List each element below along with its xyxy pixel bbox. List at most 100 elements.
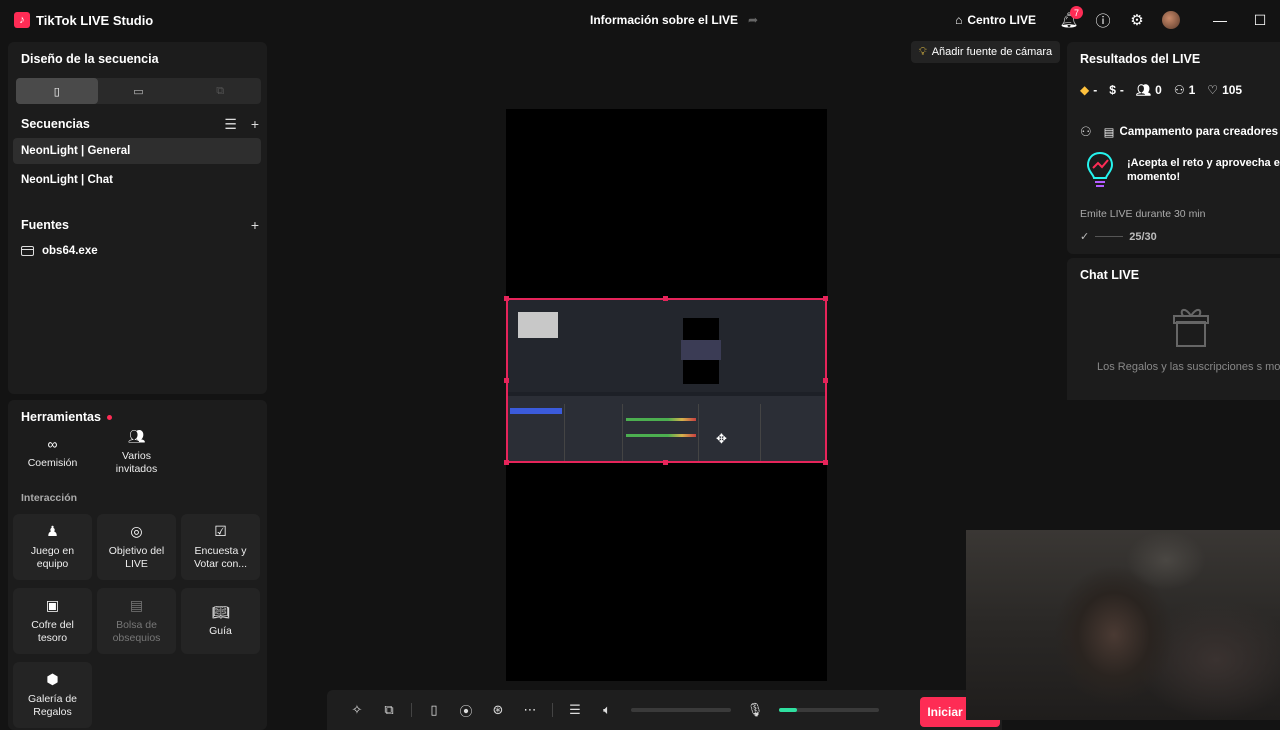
guide-tool[interactable]: 📖︎ Guía — [181, 588, 260, 654]
campaign-tab[interactable]: ▤ Campamento para creadores — [1104, 125, 1278, 139]
coins-stat: $ - — [1109, 83, 1124, 97]
sequence-item[interactable]: NeonLight | General — [13, 138, 261, 164]
resize-handle[interactable] — [663, 296, 668, 301]
audio-settings-button[interactable]: ☰ — [559, 702, 591, 718]
heart-icon: ♡ — [1207, 83, 1219, 97]
gallery-icon: ⬢ — [46, 671, 59, 688]
app-title-text: TikTok LIVE Studio — [36, 12, 154, 28]
capture-divider — [698, 404, 699, 461]
settings-button[interactable]: ⚙ — [1120, 0, 1154, 40]
poll-tool[interactable]: ☑ Encuesta y Votar con... — [181, 514, 260, 580]
gem-icon: ◆ — [1080, 83, 1090, 97]
capture-divider — [760, 404, 761, 461]
viewers-stat: 👥︎ 0 — [1136, 83, 1162, 97]
live-goal-tool[interactable]: ◎ Objetivo del LIVE — [97, 514, 176, 580]
tools-title: Herramientas — [21, 410, 112, 424]
live-info-button[interactable]: Información sobre el LIVE ➦ — [590, 13, 758, 27]
target-icon: ◎ — [130, 523, 143, 540]
centro-live-button[interactable]: ⌂ Centro LIVE — [955, 13, 1036, 27]
mic-volume-slider[interactable] — [779, 708, 879, 712]
users-icon: 👥︎ — [127, 428, 146, 445]
sequence-item[interactable]: NeonLight | Chat — [13, 167, 261, 193]
poll-icon: ☑ — [214, 523, 227, 540]
minimize-icon: — — [1213, 12, 1227, 28]
gift-icon — [1173, 309, 1209, 347]
gift-gallery-label: Galería de Regalos — [27, 692, 78, 718]
resize-handle[interactable] — [823, 460, 828, 465]
treasure-chest-tool[interactable]: ▣ Cofre del tesoro — [13, 588, 92, 654]
gift-bag-label: Bolsa de obsequios — [112, 618, 161, 644]
resize-handle[interactable] — [823, 378, 828, 383]
progress-line — [1095, 236, 1124, 237]
capture-nested-preview — [681, 340, 721, 360]
live-results-panel: Resultados del LIVE ◆ - $ - 👥︎ 0 ⚇ 1 ♡ 105 ⚇ … — [1067, 42, 1280, 254]
live-info-label: Información sobre el LIVE — [590, 13, 739, 27]
user-settings-icon[interactable]: ⚇ — [1080, 124, 1092, 140]
poll-label: Encuesta y Votar con... — [193, 544, 248, 570]
lightbulb-challenge-icon — [1086, 151, 1114, 187]
cohost-tool[interactable]: ∞ Coemisión — [13, 432, 92, 474]
capture-audio-meter — [626, 418, 696, 421]
source-item[interactable]: obs64.exe — [21, 245, 98, 257]
record-button[interactable]: ⦿ — [450, 701, 482, 720]
team-game-label: Juego en equipo — [30, 544, 75, 570]
phone-button[interactable]: ▯ — [418, 702, 450, 718]
clip-button[interactable]: ⊛ — [482, 702, 514, 718]
portrait-layout-tab[interactable]: ▯ — [16, 78, 98, 104]
speaker-button[interactable]: 🔈︎ — [591, 702, 623, 718]
resize-handle[interactable] — [823, 296, 828, 301]
minimize-button[interactable]: — — [1200, 0, 1240, 40]
home-icon: ⌂ — [955, 13, 963, 27]
add-camera-label: Añadir fuente de cámara — [931, 46, 1053, 58]
sources-actions: + — [251, 217, 259, 233]
dual-screen-icon: ⧉ — [216, 84, 225, 97]
more-button[interactable]: ⋯ — [514, 702, 546, 718]
book-icon: 📖︎ — [211, 603, 230, 620]
gift-gallery-tool[interactable]: ⬢ Galería de Regalos — [13, 662, 92, 728]
scene-panel: Diseño de la secuencia ▯ ▭ ⧉ Secuencias … — [8, 42, 267, 394]
list-icon[interactable]: ☰ — [224, 116, 237, 133]
challenge-text: ¡Acepta el reto y aprovecha e momento! — [1127, 157, 1280, 184]
resize-handle[interactable] — [504, 296, 509, 301]
task-progress: ✓ 25/30 — [1080, 230, 1157, 244]
likes-value: 105 — [1222, 83, 1243, 97]
live-stats: ◆ - $ - 👥︎ 0 ⚇ 1 ♡ 105 — [1080, 83, 1242, 97]
screen-share-button[interactable]: ⧉ — [373, 702, 405, 718]
gift-bag-tool[interactable]: ▤ Bolsa de obsequios — [97, 588, 176, 654]
maximize-icon: ☐ — [1253, 11, 1267, 28]
effects-button[interactable]: ✧ — [341, 702, 373, 718]
landscape-layout-tab[interactable]: ▭ — [98, 78, 180, 104]
capture-thumbnail — [518, 312, 558, 338]
share-icon[interactable]: ➦ — [748, 13, 758, 27]
mic-icon: 🎙︎ — [746, 702, 764, 717]
dual-layout-tab[interactable]: ⧉ — [179, 78, 261, 104]
interaction-label: Interacción — [21, 492, 78, 504]
chat-title: Chat LIVE — [1080, 268, 1140, 282]
add-source-icon[interactable]: + — [251, 217, 259, 233]
progress-value: 25/30 — [1129, 230, 1157, 243]
screen-icon: ⧉ — [384, 702, 394, 717]
resize-handle[interactable] — [504, 460, 509, 465]
resize-handle[interactable] — [663, 460, 668, 465]
profile-button[interactable] — [1154, 0, 1188, 40]
multi-guest-tool[interactable]: 👥︎ Varios invitados — [97, 428, 176, 476]
source-label: obs64.exe — [42, 245, 98, 257]
add-camera-source-button[interactable]: 💡︎ Añadir fuente de cámara — [911, 41, 1061, 63]
gems-value: - — [1093, 83, 1098, 97]
likes-stat: ♡ 105 — [1207, 83, 1242, 97]
resize-handle[interactable] — [504, 378, 509, 383]
maximize-button[interactable]: ☐ — [1240, 0, 1280, 40]
obs-window-capture[interactable] — [506, 298, 827, 463]
notifications-button[interactable]: 🔔︎ 7 — [1052, 0, 1086, 40]
tools-panel: Herramientas ∞ Coemisión 👥︎ Varios invit… — [8, 400, 267, 730]
sliders-icon: ☰ — [569, 702, 581, 717]
notification-badge: 7 — [1070, 6, 1083, 19]
help-button[interactable]: ⓘ — [1086, 0, 1120, 40]
sequences-title: Secuencias — [21, 117, 90, 131]
speaker-volume-slider[interactable] — [631, 708, 731, 712]
move-icon[interactable]: ✥ — [716, 431, 727, 447]
phone-icon: ▯ — [430, 702, 438, 717]
team-game-tool[interactable]: ♟ Juego en equipo — [13, 514, 92, 580]
mic-button[interactable]: 🎙︎ — [739, 702, 771, 718]
add-sequence-icon[interactable]: + — [251, 116, 259, 133]
